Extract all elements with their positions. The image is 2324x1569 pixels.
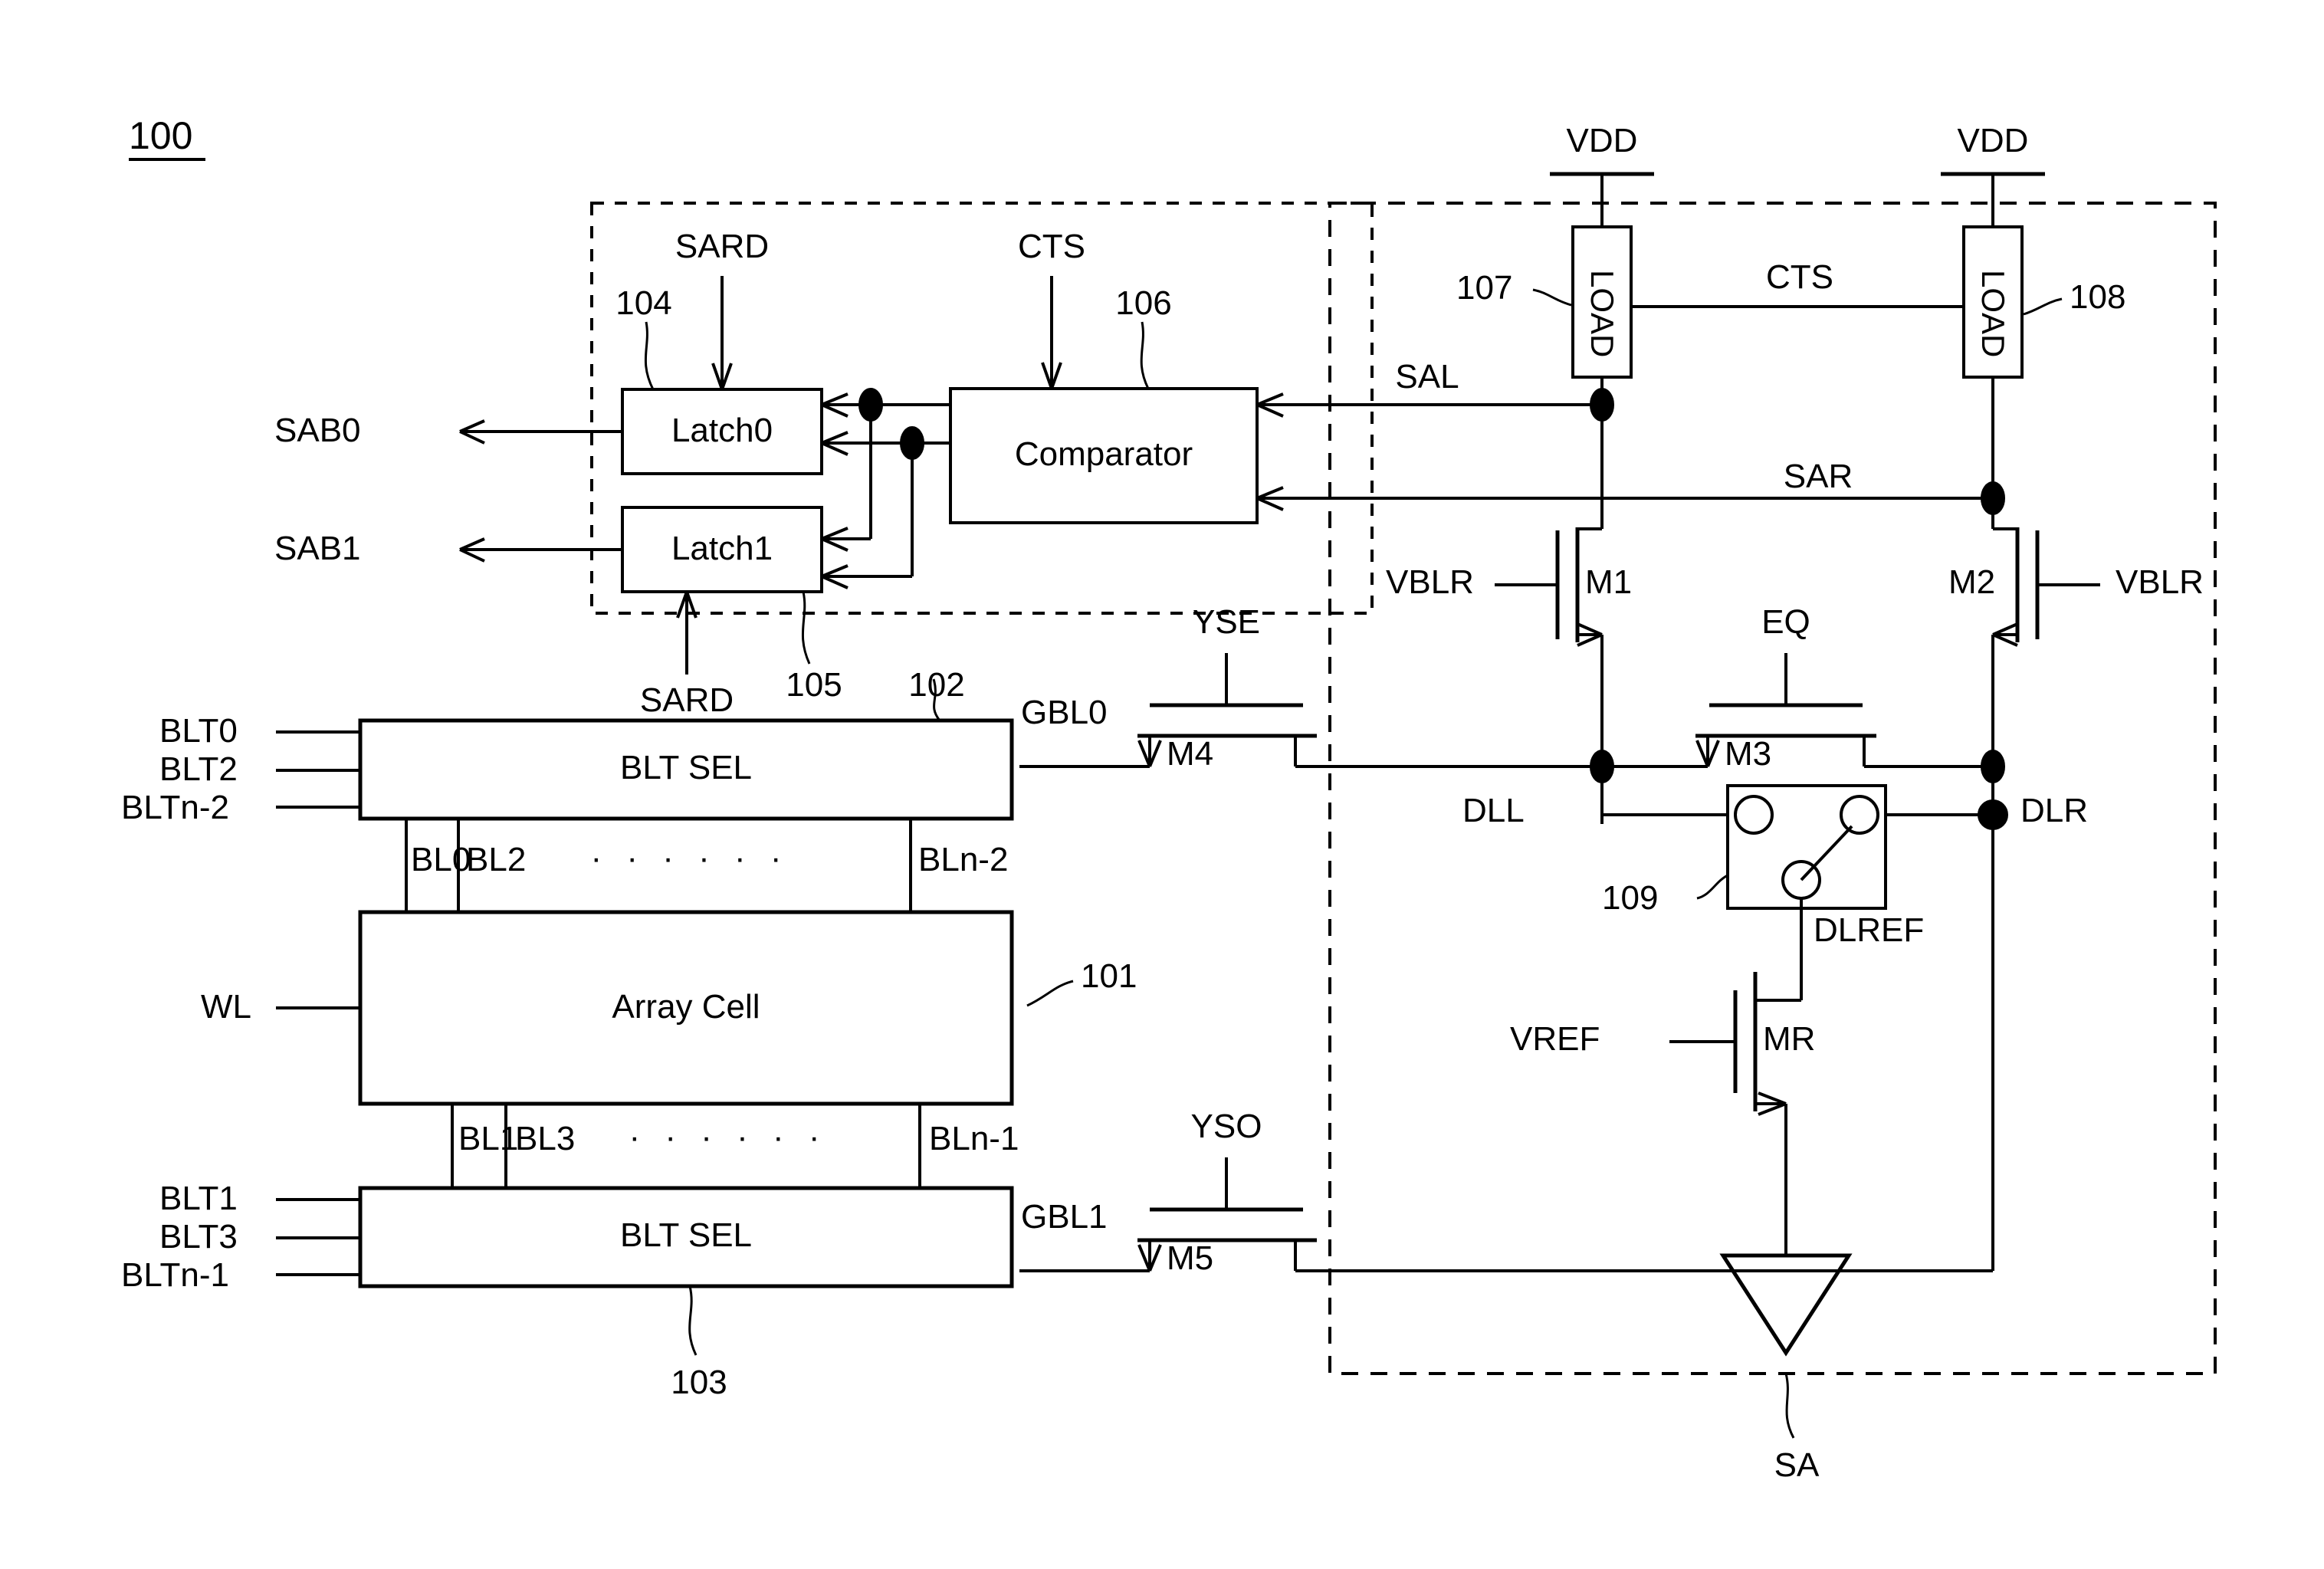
switch-blade xyxy=(1800,825,1853,881)
ref-102: 102 xyxy=(908,666,965,704)
bitline-dots-top: · · · · · · xyxy=(590,839,789,877)
figure-number: 100 xyxy=(129,114,193,157)
latch0-label: Latch0 xyxy=(671,412,773,449)
junction-dot xyxy=(858,388,883,422)
latch1-label: Latch1 xyxy=(671,530,773,567)
switch-terminal-left xyxy=(1734,795,1774,835)
signal-label-gbl1: GBL1 xyxy=(1021,1198,1108,1236)
ref-106: 106 xyxy=(1115,284,1172,322)
signal-label-vblr-right: VBLR xyxy=(2116,563,2204,601)
input-label-blt0: BLT0 xyxy=(159,712,238,750)
signal-label-vdd-left: VDD xyxy=(1566,122,1638,159)
bitline-label-bl3: BL3 xyxy=(515,1120,576,1157)
junction-dot xyxy=(1590,388,1614,422)
bitline-label-bln-1: BLn-1 xyxy=(929,1120,1019,1157)
signal-label-dlr: DLR xyxy=(2020,792,2089,829)
ref-107: 107 xyxy=(1456,269,1513,307)
junction-dot xyxy=(900,426,924,460)
blt-sel-top-label: BLT SEL xyxy=(619,749,753,786)
blt-sel-bottom-label: BLT SEL xyxy=(619,1216,753,1254)
ref-105: 105 xyxy=(786,666,842,704)
signal-label-sab0: SAB0 xyxy=(274,412,361,449)
signal-label-sal: SAL xyxy=(1395,358,1459,396)
sense-amp-dashed-boundary xyxy=(1328,202,2217,1375)
sense-amp-label: SA xyxy=(1774,1446,1820,1484)
bitline-label-bln-2: BLn-2 xyxy=(918,841,1009,878)
ref-104: 104 xyxy=(615,284,672,322)
signal-label-wl: WL xyxy=(201,988,251,1026)
signal-label-sard-bottom: SARD xyxy=(639,681,734,719)
signal-label-vdd-right: VDD xyxy=(1957,122,2029,159)
input-label-blt1: BLT1 xyxy=(159,1180,238,1217)
signal-label-vblr-left: VBLR xyxy=(1386,563,1474,601)
signal-label-gbl0: GBL0 xyxy=(1021,694,1108,731)
ref-109: 109 xyxy=(1602,879,1659,917)
transistor-label-m4: M4 xyxy=(1167,735,1214,773)
ref-103: 103 xyxy=(671,1364,727,1401)
circuit-schematic-layer xyxy=(129,158,2217,1439)
signal-label-yso: YSO xyxy=(1190,1108,1262,1145)
input-label-bltn-2: BLTn-2 xyxy=(121,789,230,826)
signal-label-sab1: SAB1 xyxy=(274,530,361,567)
signal-label-eq: EQ xyxy=(1761,603,1810,641)
load-107-label: LOAD xyxy=(1584,270,1620,358)
input-label-bltn-1: BLTn-1 xyxy=(121,1256,230,1294)
bitline-label-bl0: BL0 xyxy=(411,841,471,878)
switch-terminal-right xyxy=(1840,795,1879,835)
signal-label-vref: VREF xyxy=(1510,1020,1600,1058)
signal-label-sar: SAR xyxy=(1783,458,1853,495)
input-label-blt3: BLT3 xyxy=(159,1218,238,1256)
patent-figure-canvas: 100 SARD CTS 104 106 Latch0 Latch1 Compa… xyxy=(0,0,2324,1569)
load-108-label: LOAD xyxy=(1975,270,2011,358)
array-cell-label: Array Cell xyxy=(612,988,760,1026)
junction-dot xyxy=(1981,481,2005,515)
bitline-dots-bottom: · · · · · · xyxy=(629,1118,828,1156)
bitline-label-bl1: BL1 xyxy=(458,1120,519,1157)
signal-label-dll: DLL xyxy=(1462,792,1525,829)
input-label-blt2: BLT2 xyxy=(159,750,238,788)
ref-108: 108 xyxy=(2070,278,2126,316)
transistor-label-m1: M1 xyxy=(1585,563,1633,601)
signal-label-cts-top: CTS xyxy=(1018,228,1085,265)
comparator-label: Comparator xyxy=(1014,435,1193,473)
transistor-label-mr: MR xyxy=(1763,1020,1816,1058)
transistor-label-m5: M5 xyxy=(1167,1239,1214,1277)
signal-label-yse: YSE xyxy=(1192,603,1261,641)
transistor-label-m3: M3 xyxy=(1725,735,1772,773)
signal-label-cts-mid: CTS xyxy=(1766,258,1833,296)
signal-label-sard-top: SARD xyxy=(675,228,770,265)
bitline-label-bl2: BL2 xyxy=(466,841,527,878)
ref-101: 101 xyxy=(1081,957,1137,995)
signal-label-dlref: DLREF xyxy=(1814,911,1925,949)
transistor-label-m2: M2 xyxy=(1948,563,1996,601)
